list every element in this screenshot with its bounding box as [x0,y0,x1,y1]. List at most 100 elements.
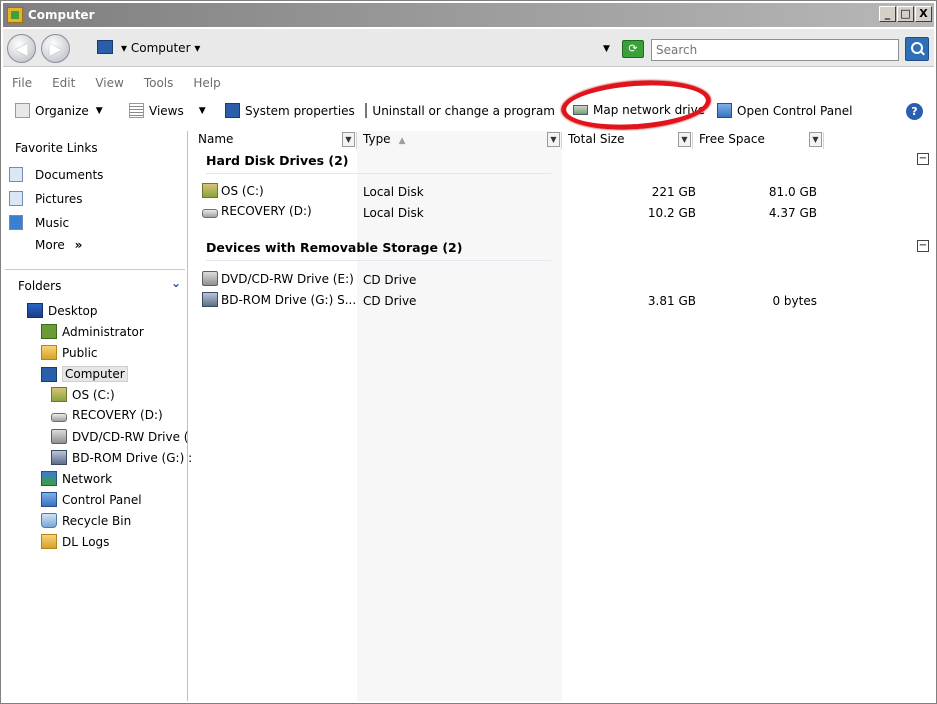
uninstall-icon [365,103,368,118]
favorite-pictures-label: Pictures [35,191,83,206]
column-header-free-space[interactable]: Free Space [693,132,824,149]
tree-item-network[interactable]: Network [41,471,112,486]
minimize-button[interactable]: _ [879,6,896,22]
tree-item-recycle-bin[interactable]: Recycle Bin [41,513,131,528]
help-icon[interactable]: ? [906,103,923,120]
system-properties-button[interactable]: System properties [225,103,355,118]
network-drive-icon [573,105,588,115]
tree-item-administrator[interactable]: Administrator [41,324,144,339]
forward-arrow-icon: ▶ [49,39,62,58]
table-row[interactable]: RECOVERY (D:) Local Disk 10.2 GB 4.37 GB [202,202,922,223]
favorite-documents[interactable]: Documents [9,167,103,182]
dvd-drive-icon [202,271,218,286]
address-dropdown-icon[interactable]: ▼ [603,44,610,54]
file-list-pane: Name ▼ Type ▲ ▼ Total Size ▼ Free Space ▼… [192,131,934,701]
tree-item-desktop[interactable]: Desktop [27,303,98,318]
forward-button[interactable]: ▶ [41,34,70,63]
open-control-panel-button[interactable]: Open Control Panel [717,103,852,118]
group-header-hard-disks[interactable]: Hard Disk Drives (2) [206,153,349,168]
favorite-documents-label: Documents [35,167,104,182]
folders-header[interactable]: Folders [18,279,61,293]
menu-tools[interactable]: Tools [135,76,185,90]
tree-label: Network [62,471,113,486]
maximize-button[interactable]: □ [897,6,914,22]
tree-item-dvd-drive[interactable]: DVD/CD-RW Drive ( [51,429,189,444]
address-box[interactable]: ▾ Computer ▾ [91,37,631,59]
collapse-group-button[interactable]: − [917,240,929,252]
tree-label: BD-ROM Drive (G:) : [72,450,193,465]
more-favorites-link[interactable]: More » [35,238,82,252]
table-row[interactable]: DVD/CD-RW Drive (E:) CD Drive [202,269,922,290]
organize-label: Organize [35,103,89,118]
back-button[interactable]: ◀ [7,34,36,63]
favorite-pictures[interactable]: Pictures [9,191,83,206]
chevron-down-icon: ▼ [198,105,206,116]
explorer-window: Computer _ □ X ◀ ▶ ▾ Computer ▾ ▼ ⟳ File… [0,0,937,704]
double-chevron-icon: » [74,238,83,252]
folder-icon [41,345,57,360]
tree-label: Control Panel [62,492,142,507]
tree-item-bd-rom[interactable]: BD-ROM Drive (G:) : [51,450,192,465]
drive-total-size: 221 GB [651,185,696,199]
command-toolbar: Organize ▼ Views ▼ System properties Unins… [3,97,934,127]
system-drive-icon [51,387,67,402]
more-label: More [35,238,65,252]
drive-type: Local Disk [363,206,424,220]
map-network-drive-label: Map network drive [593,103,706,117]
chevron-down-icon[interactable]: ⌄ [171,276,181,290]
search-icon[interactable] [905,37,929,61]
computer-window-icon [7,7,23,23]
network-icon [41,471,57,486]
column-header-type[interactable]: Type ▲ [357,132,562,149]
group-header-removable-storage[interactable]: Devices with Removable Storage (2) [206,240,462,255]
tree-item-control-panel[interactable]: Control Panel [41,492,142,507]
menu-edit[interactable]: Edit [43,76,86,90]
menu-bar: File Edit View Tools Help [3,72,934,94]
column-headers: Name ▼ Type ▲ ▼ Total Size ▼ Free Space ▼ [192,131,934,149]
views-button[interactable]: Views ▼ [129,103,206,118]
title-bar: Computer _ □ X [3,3,934,27]
close-button[interactable]: X [915,6,932,22]
group-separator [206,260,551,261]
tree-label: Computer [62,366,128,382]
system-properties-label: System properties [245,103,355,118]
navigation-pane: Favorite Links Documents Pictures Music … [3,131,192,701]
favorite-music[interactable]: Music [9,215,69,230]
pictures-icon [9,191,23,206]
address-path[interactable]: ▾ Computer ▾ [121,41,200,55]
organize-button[interactable]: Organize ▼ [15,103,103,118]
menu-view[interactable]: View [86,76,134,90]
desktop-icon [27,303,43,318]
search-input[interactable] [651,39,899,61]
column-filter-dropdown[interactable]: ▼ [547,132,560,147]
drive-free-space: 0 bytes [772,294,817,308]
table-row[interactable]: BD-ROM Drive (G:) S... CD Drive 3.81 GB … [202,290,922,311]
chevron-down-icon: ▼ [95,105,103,116]
column-filter-dropdown[interactable]: ▼ [809,132,822,147]
back-arrow-icon: ◀ [15,39,28,58]
tree-label: Desktop [48,303,98,318]
map-network-drive-button[interactable]: Map network drive [573,103,705,117]
tree-item-dl-logs[interactable]: DL Logs [41,534,109,549]
column-filter-dropdown[interactable]: ▼ [678,132,691,147]
tree-item-recovery-d[interactable]: RECOVERY (D:) [51,408,163,422]
tree-item-public[interactable]: Public [41,345,98,360]
column-header-total-size[interactable]: Total Size [562,132,693,149]
tree-item-computer[interactable]: Computer [41,366,128,382]
menu-help[interactable]: Help [184,76,231,90]
menu-file[interactable]: File [3,76,43,90]
drive-free-space: 81.0 GB [768,185,817,199]
drive-type: CD Drive [363,294,417,308]
table-row[interactable]: OS (C:) Local Disk 221 GB 81.0 GB [202,181,922,202]
user-folder-icon [41,324,57,339]
refresh-button[interactable]: ⟳ [622,40,644,58]
column-header-name[interactable]: Name [192,132,357,149]
control-panel-icon [41,492,57,507]
uninstall-program-button[interactable]: Uninstall or change a program [365,103,555,118]
pane-divider [5,269,185,270]
drive-type: Local Disk [363,185,424,199]
collapse-group-button[interactable]: − [917,153,929,165]
column-filter-dropdown[interactable]: ▼ [342,132,355,147]
tree-item-os-c[interactable]: OS (C:) [51,387,115,402]
tree-label: OS (C:) [72,387,115,402]
